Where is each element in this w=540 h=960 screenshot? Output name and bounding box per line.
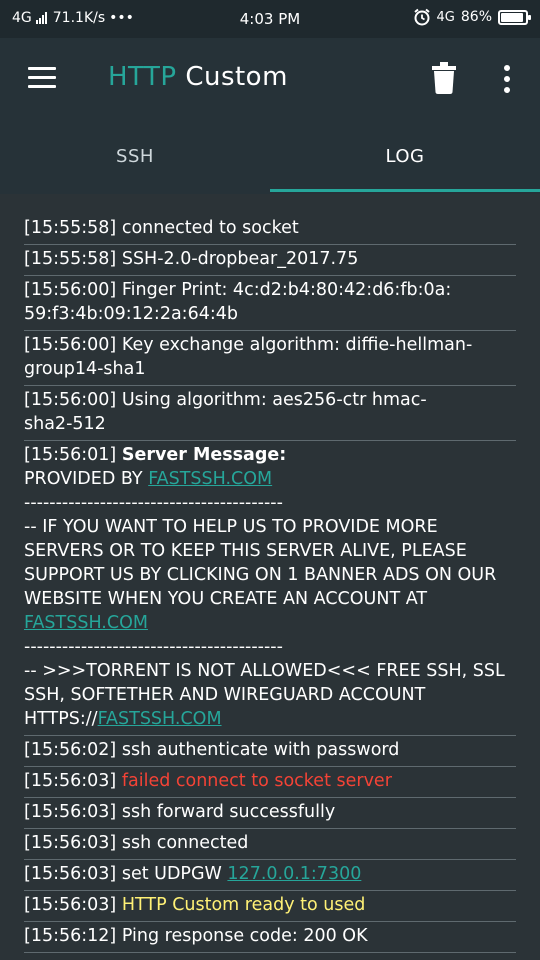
log-message: Ping response code: 200 OK [121,926,368,946]
log-entry: [15:56:03] set UDPGW 127.0.0.1:7300 [24,860,516,891]
log-panel[interactable]: [15:55:58] connected to socket [15:55:58… [0,194,540,960]
log-timestamp: [15:56:00] [24,280,117,300]
fastssh-link[interactable]: FASTSSH.COM [148,469,272,489]
log-entry: [15:56:00] Using algorithm: aes256-ctr h… [24,386,516,441]
log-timestamp: [15:56:01] [24,445,117,465]
log-message: connected to socket [121,218,299,238]
tab-log[interactable]: LOG [270,120,540,194]
log-timestamp: [15:56:03] [24,802,117,822]
log-entry-ready: [15:56:03] HTTP Custom ready to used [24,891,516,922]
log-entry: [15:56:02] ssh authenticate with passwor… [24,736,516,767]
app-title-http: HTTP [108,62,177,92]
log-entry: [15:55:58] connected to socket [24,214,516,245]
log-timestamp: [15:56:03] [24,864,117,884]
log-message: ssh authenticate with password [121,740,400,760]
battery-percent: 86% [460,9,492,25]
log-timestamp: [15:56:03] [24,833,117,853]
separator-line: ----------------------------------------… [24,493,283,513]
log-entry: [15:56:03] ssh forward successfully [24,798,516,829]
log-timestamp: [15:56:03] [24,895,117,915]
log-entry: [15:56:03] ssh connected [24,829,516,860]
provided-by-text: PROVIDED BY [24,469,149,489]
log-timestamp: [15:55:58] [24,249,117,269]
log-timestamp: [15:56:00] [24,390,117,410]
server-message-body: -- IF YOU WANT TO HELP US TO PROVIDE MOR… [24,517,502,609]
log-timestamp: [15:56:02] [24,740,117,760]
log-message: set UDPGW [121,864,228,884]
alarm-icon [413,8,430,26]
log-timestamp: [15:56:03] [24,771,117,791]
app-title-custom: Custom [185,62,288,92]
status-bar: 4G 71.1K/s ••• 4:03 PM 4G 86% [0,0,540,38]
status-right: 4G 86% [413,8,531,26]
fastssh-link[interactable]: FASTSSH.COM [98,709,222,729]
log-entry: [15:56:00] Finger Print: 4c:d2:b4:80:42:… [24,276,516,331]
log-message: ssh forward successfully [121,802,336,822]
trash-icon[interactable] [432,62,456,94]
tab-ssh[interactable]: SSH [0,120,270,194]
battery-icon [498,9,531,25]
server-message-label: Server Message: [121,445,287,465]
log-timestamp: [15:56:00] [24,335,117,355]
separator-line: ----------------------------------------… [24,637,283,657]
log-timestamp: [15:56:12] [24,926,117,946]
log-message: SSH-2.0-dropbear_2017.75 [121,249,359,269]
hamburger-icon[interactable] [28,67,56,89]
log-error-message: failed connect to socket server [121,771,392,791]
more-vertical-icon[interactable] [500,65,514,93]
log-entry-server-message: [15:56:01] Server Message: PROVIDED BY F… [24,441,516,736]
network-type-right: 4G [436,9,455,25]
fastssh-link[interactable]: FASTSSH.COM [24,613,148,633]
log-entry: [15:55:58] SSH-2.0-dropbear_2017.75 [24,245,516,276]
log-entry: [15:56:12] Ping response code: 200 OK [24,922,516,953]
log-ready-message: HTTP Custom ready to used [121,895,366,915]
log-entry-error: [15:56:03] failed connect to socket serv… [24,767,516,798]
udpgw-link[interactable]: 127.0.0.1:7300 [227,864,361,884]
log-entry: [15:56:00] Key exchange algorithm: diffi… [24,331,516,386]
log-timestamp: [15:55:58] [24,218,117,238]
app-bar: HTTP Custom [0,38,540,120]
tab-bar: SSH LOG [0,120,540,194]
app-title: HTTP Custom [108,62,288,92]
log-message: ssh connected [121,833,249,853]
